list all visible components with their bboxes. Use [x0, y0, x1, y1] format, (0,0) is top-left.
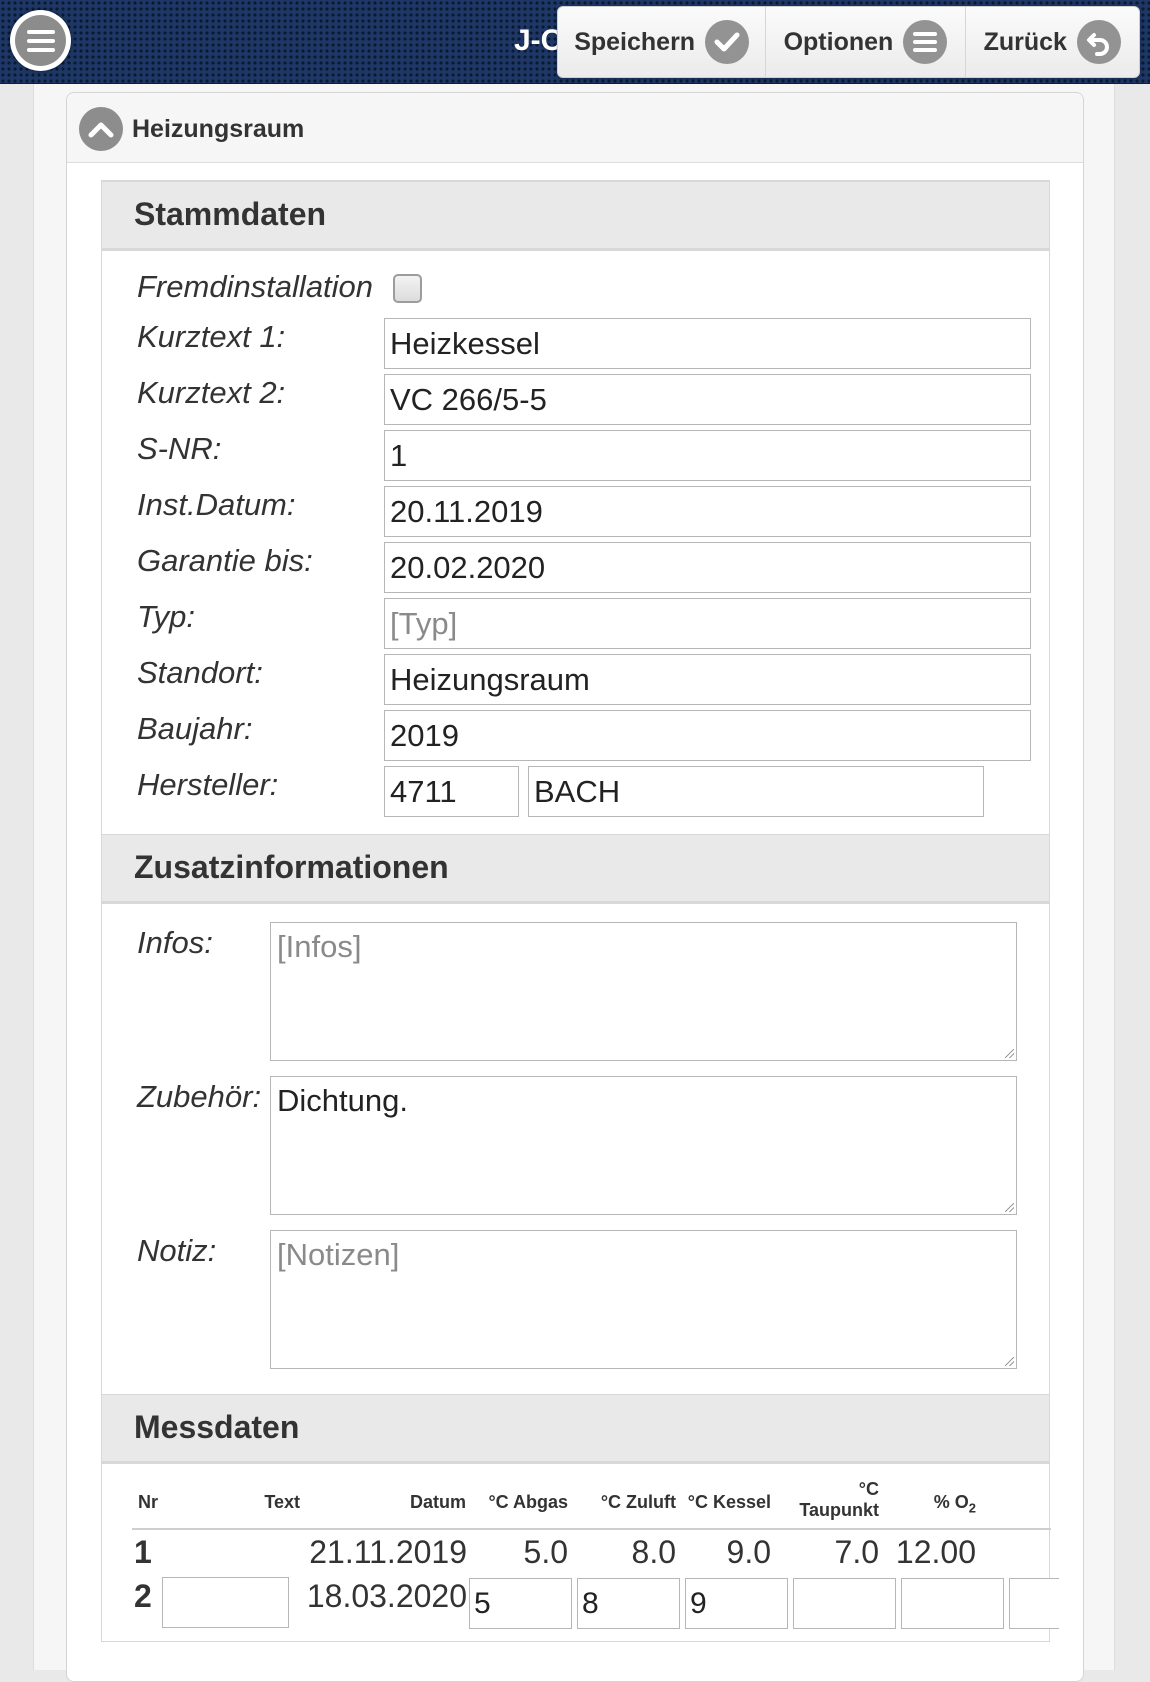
- table-header-divider: [132, 1528, 1051, 1530]
- notiz-textarea[interactable]: [Notizen]: [270, 1230, 1017, 1369]
- resize-handle-icon[interactable]: [1005, 1357, 1014, 1366]
- snr-input[interactable]: 1: [384, 430, 1031, 481]
- notiz-placeholder: [Notizen]: [277, 1237, 400, 1272]
- row2-datum: 18.03.2020: [306, 1578, 467, 1614]
- infos-label: Infos:: [137, 925, 213, 960]
- kurztext2-label: Kurztext 2:: [137, 375, 286, 410]
- row2-zuluft-input[interactable]: 8: [577, 1578, 680, 1629]
- save-button-label: Speichern: [574, 27, 696, 56]
- menu-lines-icon: [903, 20, 948, 64]
- section-title-stammdaten: Stammdaten: [134, 196, 327, 232]
- taupunkt-unit: °C: [858, 1479, 879, 1499]
- inst-datum-label: Inst.Datum:: [137, 487, 296, 522]
- row2-taupunkt-input[interactable]: [793, 1578, 896, 1629]
- col-header-taupunkt: °C Taupunkt: [782, 1479, 879, 1521]
- fremdinstallation-checkbox[interactable]: [393, 274, 422, 303]
- notiz-label: Notiz:: [137, 1233, 217, 1268]
- typ-label: Typ:: [137, 599, 195, 634]
- typ-input[interactable]: [Typ]: [384, 598, 1031, 649]
- row1-datum: 21.11.2019: [309, 1534, 467, 1570]
- section-title-messdaten: Messdaten: [134, 1409, 300, 1445]
- hersteller-label: Hersteller:: [137, 767, 279, 802]
- zubehoer-textarea[interactable]: Dichtung.: [270, 1076, 1017, 1215]
- back-button[interactable]: Zurück: [966, 7, 1139, 77]
- section-title-zusatz: Zusatzinformationen: [134, 849, 449, 885]
- kurztext2-input[interactable]: VC 266/5-5: [384, 374, 1031, 425]
- collapsible-header[interactable]: Heizungsraum: [67, 93, 1083, 163]
- hersteller-code-input[interactable]: 4711: [384, 766, 519, 817]
- section-header-messdaten: Messdaten: [102, 1394, 1049, 1464]
- collapsible-title: Heizungsraum: [132, 115, 305, 143]
- row1-abgas: 5.0: [523, 1534, 568, 1570]
- col-header-text: Text: [264, 1492, 300, 1512]
- fremdinstallation-label: Fremdinstallation: [137, 269, 374, 304]
- col-header-o2: % O2: [902, 1492, 976, 1516]
- garantie-label: Garantie bis:: [137, 543, 313, 578]
- equipment-panel: Stammdaten Fremdinstallation Kurztext 1:…: [101, 180, 1059, 1642]
- save-button[interactable]: Speichern: [558, 7, 767, 77]
- back-arrow-icon: [1076, 20, 1121, 64]
- options-button-label: Optionen: [783, 27, 894, 56]
- col-header-kessel: °C Kessel: [687, 1492, 771, 1512]
- options-button[interactable]: Optionen: [766, 7, 966, 77]
- chevron-up-icon: [79, 107, 123, 151]
- taupunkt-label: Taupunkt: [799, 1500, 879, 1520]
- garantie-input[interactable]: 20.02.2020: [384, 542, 1031, 593]
- resize-handle-icon[interactable]: [1005, 1049, 1014, 1058]
- check-icon: [705, 20, 750, 64]
- resize-handle-icon[interactable]: [1005, 1203, 1014, 1212]
- infos-placeholder: [Infos]: [277, 929, 362, 964]
- zubehoer-value: Dichtung.: [277, 1083, 408, 1118]
- app-title: J-C: [514, 24, 563, 57]
- infos-textarea[interactable]: [Infos]: [270, 922, 1017, 1061]
- inst-datum-input[interactable]: 20.11.2019: [384, 486, 1031, 537]
- o2-prefix: % O: [933, 1492, 969, 1512]
- row2-next-input[interactable]: [1009, 1578, 1059, 1629]
- standort-label: Standort:: [137, 655, 263, 690]
- row2-kessel-input[interactable]: 9: [685, 1578, 788, 1629]
- kurztext1-input[interactable]: Heizkessel: [384, 318, 1031, 369]
- section-header-stammdaten: Stammdaten: [102, 181, 1049, 251]
- standort-input[interactable]: Heizungsraum: [384, 654, 1031, 705]
- snr-label: S-NR:: [137, 431, 222, 466]
- row2-text-input[interactable]: [162, 1577, 289, 1628]
- hersteller-name-input[interactable]: BACH: [528, 766, 984, 817]
- back-button-label: Zurück: [983, 27, 1067, 56]
- col-header-datum: Datum: [409, 1492, 466, 1512]
- zubehoer-label: Zubehör:: [137, 1079, 262, 1114]
- kurztext1-label: Kurztext 1:: [137, 319, 286, 354]
- main-menu-button[interactable]: [10, 10, 71, 71]
- menu-icon: [15, 15, 66, 66]
- col-header-abgas: °C Abgas: [488, 1492, 568, 1512]
- row1-nr: 1: [134, 1534, 152, 1570]
- header-toolbar: Speichern Optionen Zurück: [557, 6, 1140, 78]
- row2-nr: 2: [134, 1578, 152, 1614]
- section-header-zusatz: Zusatzinformationen: [102, 834, 1049, 904]
- row1-o2: 12.00: [895, 1534, 976, 1570]
- o2-subscript: 2: [968, 1500, 976, 1516]
- row1-kessel: 9.0: [726, 1534, 771, 1570]
- row2-o2-input[interactable]: [901, 1578, 1004, 1629]
- row1-zuluft: 8.0: [631, 1534, 676, 1570]
- row2-abgas-input[interactable]: 5: [469, 1578, 572, 1629]
- col-header-zuluft: °C Zuluft: [600, 1492, 676, 1512]
- baujahr-label: Baujahr:: [137, 711, 253, 746]
- app-header: J-C Speichern Optionen Zurück: [0, 0, 1150, 84]
- row1-taupunkt: 7.0: [834, 1534, 879, 1570]
- col-header-nr: Nr: [138, 1492, 159, 1512]
- baujahr-input[interactable]: 2019: [384, 710, 1031, 761]
